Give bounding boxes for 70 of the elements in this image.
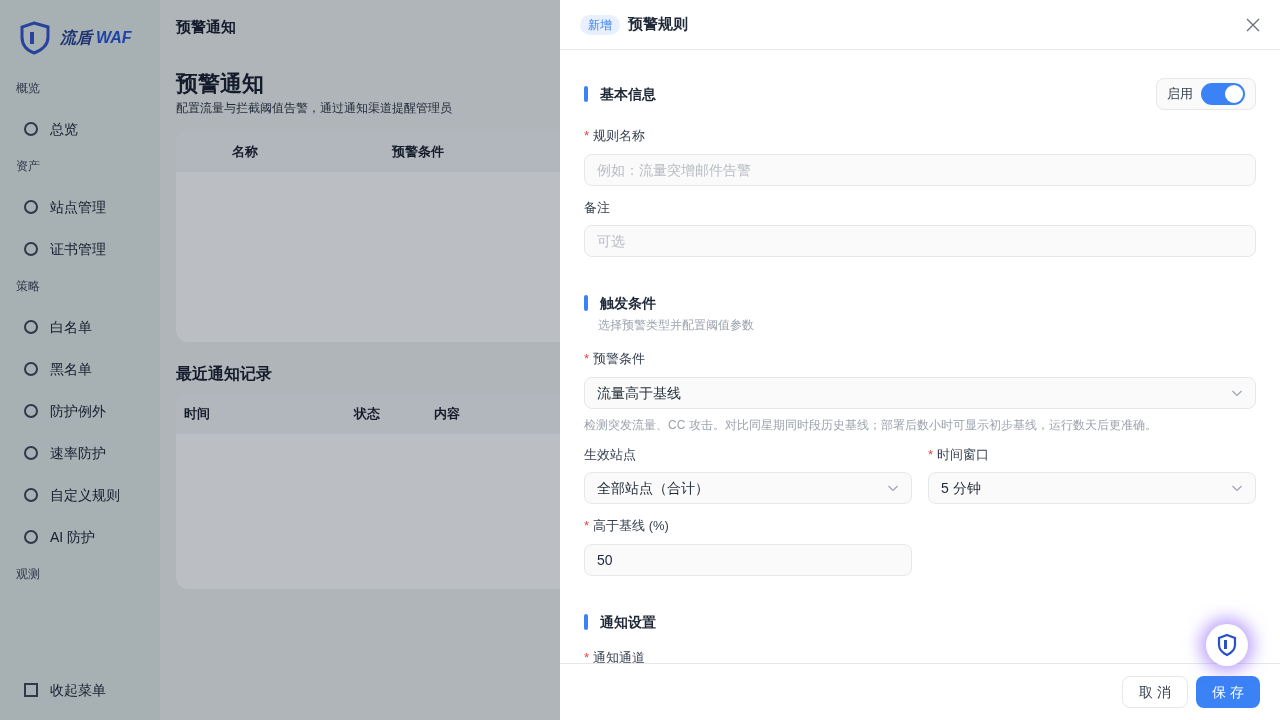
save-button[interactable]: 保 存	[1196, 676, 1260, 708]
sidebar-group-label: 概览	[16, 80, 41, 96]
logo-text: 流盾	[60, 28, 92, 48]
section-title: 基本信息	[600, 85, 656, 104]
required-mark: *	[584, 127, 590, 145]
menu-item-icon	[24, 404, 38, 418]
switch[interactable]	[1201, 83, 1245, 105]
sidebar-group-label: 策略	[16, 278, 41, 294]
sidebar-item[interactable]: AI 防护	[16, 516, 144, 558]
field-label: 通知通道	[593, 648, 646, 663]
menu-item-icon	[24, 530, 38, 544]
menu-item-icon	[24, 122, 38, 136]
sidebar-item[interactable]: 总览	[16, 108, 144, 150]
page-subtitle: 配置流量与拦截阈值告警，通过通知渠道提醒管理员	[176, 99, 452, 116]
field-label: 预警条件	[593, 350, 646, 368]
required-mark: *	[584, 648, 590, 663]
drawer-title: 预警规则	[628, 14, 688, 35]
required-mark: *	[584, 517, 590, 535]
section-heading: 最近通知记录	[176, 363, 272, 384]
field-label: 规则名称	[593, 127, 646, 145]
sidebar-group-label: 观测	[16, 566, 41, 582]
sidebar-item[interactable]: 站点管理	[16, 186, 144, 228]
required-mark: *	[584, 350, 590, 368]
menu-item-icon	[24, 362, 38, 376]
menu-item-icon	[24, 488, 38, 502]
column-header: 时间	[184, 404, 211, 423]
sidebar-item[interactable]: 证书管理	[16, 228, 144, 270]
select-field[interactable]: 全部站点（合计）	[584, 472, 912, 504]
breadcrumb: 预警通知	[176, 17, 236, 37]
sidebar-group-label: 资产	[16, 158, 41, 174]
field-label: 高于基线 (%)	[593, 517, 669, 535]
field-label: 时间窗口	[937, 445, 990, 464]
column-header: 状态	[354, 404, 381, 423]
sidebar-item[interactable]: 白名单	[16, 306, 144, 348]
new-badge: 新增	[580, 14, 620, 35]
text-field[interactable]: 50	[584, 543, 912, 576]
sidebar-item[interactable]: 黑名单	[16, 348, 144, 390]
collapse-icon	[24, 683, 38, 697]
field-label: 备注	[584, 198, 610, 217]
close-icon[interactable]	[1246, 17, 1260, 32]
page-title: 预警通知	[176, 69, 264, 98]
menu-item-icon	[24, 446, 38, 460]
assistant-button[interactable]	[1206, 624, 1248, 666]
text-field[interactable]: 可选	[584, 225, 1256, 257]
select-field[interactable]: 流量高于基线	[584, 376, 1256, 409]
column-header: 预警条件	[392, 142, 445, 161]
section-marker	[584, 613, 588, 630]
section-marker	[584, 86, 588, 102]
help-text: 检测突发流量、CC 攻击。对比同星期同时段历史基线；部署后数小时可显示初步基线，运行数天后更准确。	[584, 416, 1158, 433]
sidebar-item[interactable]: 防护例外	[16, 390, 144, 432]
section-title: 触发条件	[600, 294, 656, 313]
shield-logo-icon	[1215, 633, 1239, 657]
sidebar-item[interactable]: 速率防护	[16, 432, 144, 474]
section-marker	[584, 295, 588, 311]
collapse-menu-button[interactable]: 收起菜单	[16, 680, 144, 700]
column-header: 内容	[434, 404, 461, 423]
sidebar-item[interactable]: 自定义规则	[16, 474, 144, 516]
cancel-button[interactable]: 取 消	[1122, 676, 1189, 708]
menu-item-icon	[24, 320, 38, 334]
field-label: 生效站点	[584, 445, 636, 464]
section-title: 通知设置	[600, 612, 656, 632]
select-field[interactable]: 5 分钟	[928, 472, 1256, 504]
menu-item-icon	[24, 200, 38, 214]
menu-item-icon	[24, 242, 38, 256]
enable-toggle[interactable]: 启用	[1156, 78, 1256, 110]
text-field[interactable]: 例如：流量突增邮件告警	[584, 153, 1256, 186]
logo-suffix: WAF	[96, 28, 132, 48]
column-header: 名称	[232, 142, 259, 161]
required-mark: *	[928, 445, 934, 464]
section-subtitle: 选择预警类型并配置阈值参数	[598, 317, 754, 333]
